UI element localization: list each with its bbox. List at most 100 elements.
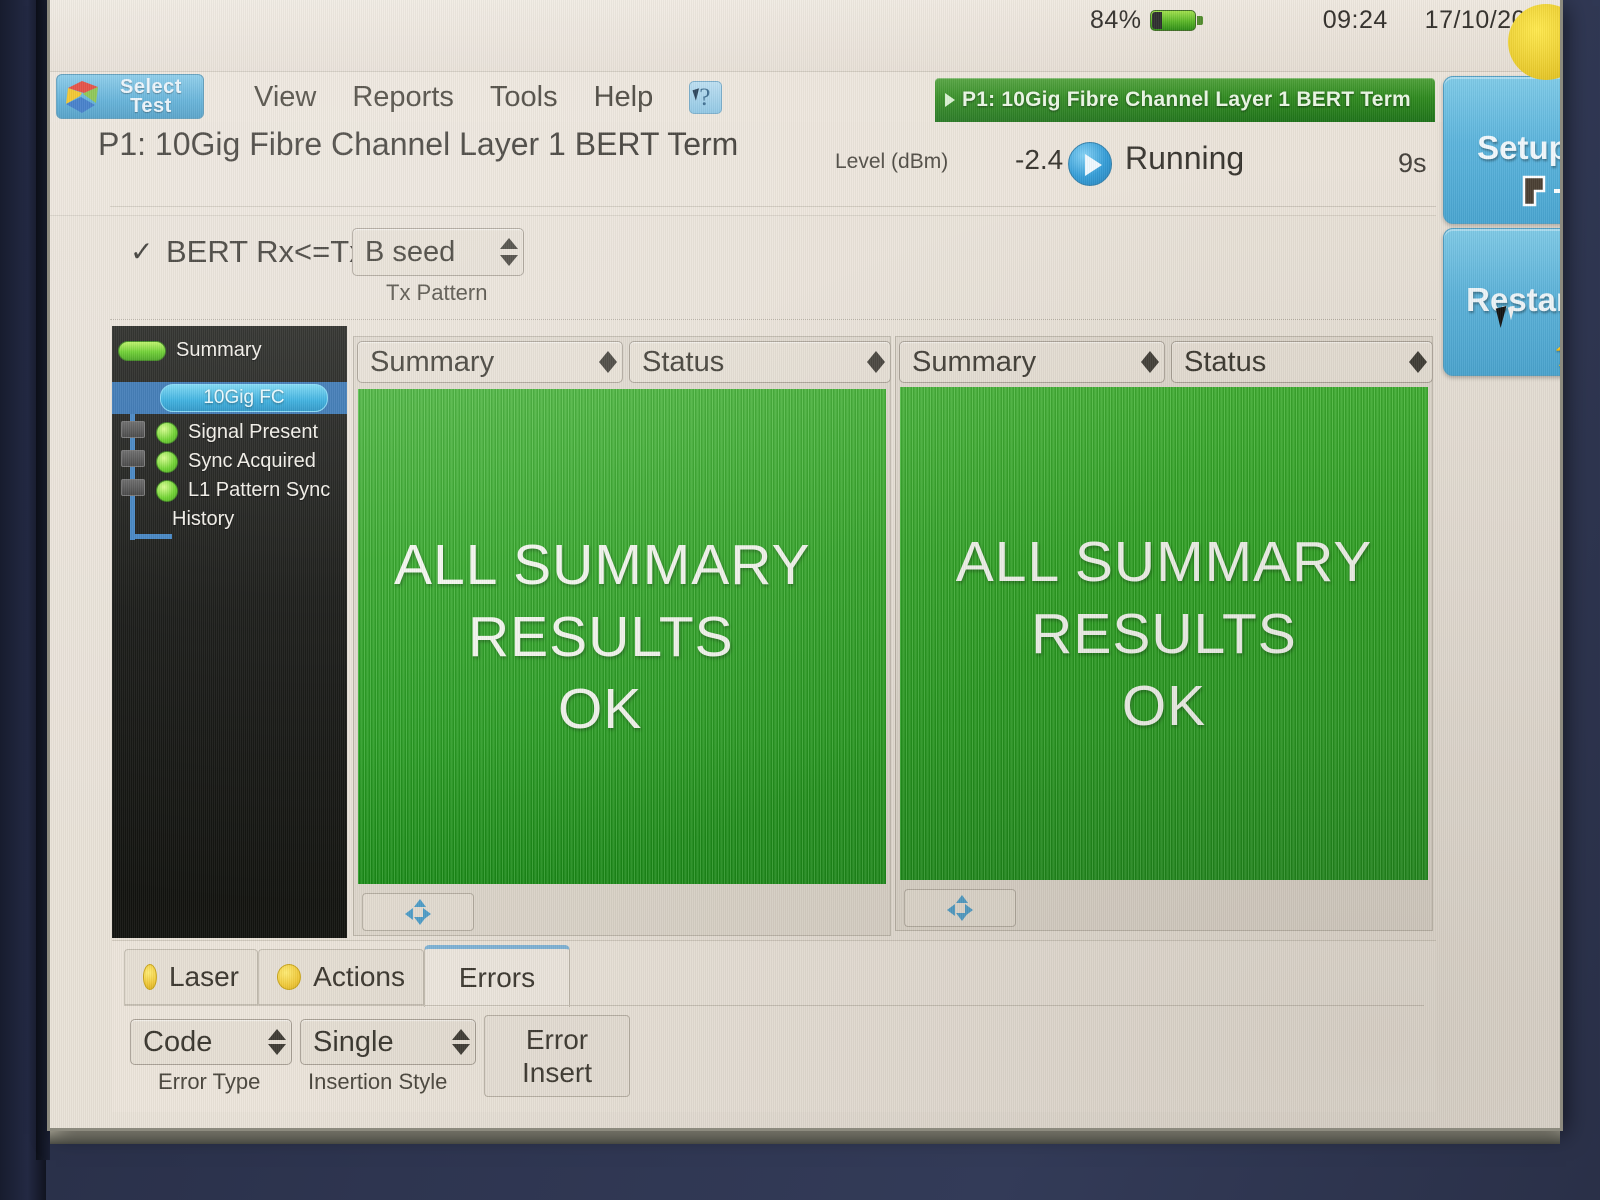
pinwheel-logo-icon (62, 77, 102, 117)
tree-item-10gig-fc[interactable]: 10Gig FC (112, 382, 347, 414)
insertion-style-value: Single (313, 1025, 394, 1058)
error-insert-label-line1: Error (525, 1024, 589, 1055)
spinner-arrows-icon[interactable] (493, 229, 523, 275)
header-divider (110, 206, 1436, 207)
page-title: P1: 10Gig Fibre Channel Layer 1 BERT Ter… (98, 126, 739, 162)
menu-items: View Reports Tools Help ? (250, 72, 723, 122)
tree-item-sync-acquired[interactable]: Sync Acquired (156, 447, 316, 476)
bottom-control-section: Laser Actions Errors Code Error Type Sin… (112, 940, 1436, 1112)
pane-left-result-area[interactable]: ALL SUMMARY RESULTS OK (358, 389, 886, 884)
spinner-arrows-icon[interactable] (261, 1020, 291, 1064)
pane-right-category-select[interactable]: Summary (899, 341, 1165, 383)
status-bar: 84% 09:24 17/10/20 (50, 0, 1560, 80)
spinner-arrows-icon[interactable] (1134, 342, 1164, 382)
port-tab-p1[interactable]: P1: 10Gig Fibre Channel Layer 1 BERT Ter… (935, 78, 1435, 122)
pane-right-result-area[interactable]: ALL SUMMARY RESULTS OK (900, 387, 1428, 880)
running-play-icon[interactable] (1068, 142, 1112, 186)
error-insert-label-line2: Insert (521, 1057, 593, 1088)
tab-laser[interactable]: Laser (124, 949, 258, 1005)
elapsed-time-label: 9s (1398, 148, 1427, 178)
spinner-arrows-icon[interactable] (445, 1020, 475, 1064)
pane-left-move-handle[interactable] (362, 893, 474, 931)
select-test-button[interactable]: Select Test (56, 74, 204, 119)
pane-right-result-line-3: OK (1121, 673, 1207, 738)
pane-right-move-handle[interactable] (904, 889, 1016, 927)
tree-expander-box-1[interactable] (121, 421, 145, 438)
pane-right-view-value: Status (1184, 345, 1267, 378)
tree-item-10gig-fc-label: 10Gig FC (203, 387, 285, 408)
result-pane-right: Summary Status ALL SUMMARY RESULTS OK (895, 336, 1433, 931)
tree-item-history[interactable]: History (172, 505, 234, 534)
battery-status: 84% (1090, 6, 1203, 35)
setup-button-label: Setup (1477, 129, 1560, 166)
port-tab-label: P1: 10Gig Fibre Channel Layer 1 BERT Ter… (962, 88, 1411, 111)
result-pane-right-header: Summary Status (899, 341, 1433, 383)
restart-button[interactable]: Restart ⚡ (1443, 228, 1560, 376)
menu-item-reports[interactable]: Reports (348, 81, 458, 114)
menu-item-help[interactable]: Help (590, 81, 658, 114)
tree-expander-box-2[interactable] (121, 450, 145, 467)
bert-rx-tx-label: BERT Rx<=Tx (166, 234, 365, 269)
device-bezel-left-edge (36, 0, 50, 1160)
tree-item-signal-present[interactable]: Signal Present (156, 418, 318, 447)
tab-errors[interactable]: Errors (424, 945, 570, 1007)
tree-item-l1-pattern-sync[interactable]: L1 Pattern Sync (156, 476, 330, 505)
tab-actions-label: Actions (313, 961, 405, 992)
clock-date: 09:24 17/10/20 (1323, 6, 1526, 35)
tree-connector-elbow (130, 534, 172, 539)
error-insert-button[interactable]: Error Insert (484, 1015, 630, 1097)
menu-item-tools[interactable]: Tools (486, 81, 562, 114)
sync-acquired-led-icon (156, 450, 178, 473)
select-test-label: Select Test (120, 75, 182, 117)
bert-control-band: ✓ BERT Rx<=Tx B seed Tx Pattern (110, 216, 1436, 320)
tx-pattern-value: B seed (365, 235, 456, 268)
pane-left-result-line-2: RESULTS (468, 604, 734, 669)
setup-button[interactable]: Setup (1443, 76, 1560, 224)
move-resize-icon (947, 895, 973, 921)
pane-right-view-select[interactable]: Status (1171, 341, 1433, 383)
battery-icon (1149, 8, 1203, 34)
device-bezel-bottom-rail (50, 1128, 1560, 1144)
pane-left-result-line-3: OK (558, 676, 643, 741)
battery-percent-label: 84% (1090, 6, 1142, 34)
tx-pattern-caption: Tx Pattern (386, 280, 488, 305)
tree-item-summary[interactable]: Summary (112, 336, 347, 365)
spinner-arrows-icon[interactable] (860, 342, 890, 382)
setup-arrow-icon (1520, 175, 1560, 209)
pane-right-result-line-1: ALL SUMMARY (955, 529, 1373, 594)
error-type-caption: Error Type (158, 1069, 261, 1094)
pane-left-view-select[interactable]: Status (629, 341, 891, 383)
insertion-style-select[interactable]: Single (300, 1019, 476, 1065)
help-cursor-icon[interactable]: ? (689, 80, 723, 114)
tree-item-summary-label: Summary (176, 339, 262, 361)
pane-left-category-select[interactable]: Summary (357, 341, 623, 383)
laser-led-icon (143, 964, 157, 990)
l1-pattern-sync-led-icon (156, 479, 178, 502)
instrument-screen: 84% 09:24 17/10/20 Select Test View Repo… (50, 0, 1560, 1128)
error-type-select[interactable]: Code (130, 1019, 292, 1065)
menu-item-view[interactable]: View (250, 81, 320, 114)
result-pane-left: Summary Status ALL SUMMARY RESULTS OK (353, 336, 891, 936)
result-pane-left-header: Summary Status (357, 341, 891, 383)
pane-left-result-line-1: ALL SUMMARY (394, 532, 811, 597)
spinner-arrows-icon[interactable] (1402, 342, 1432, 382)
tab-actions[interactable]: Actions (258, 949, 424, 1005)
actions-led-icon (277, 964, 302, 990)
spinner-arrows-icon[interactable] (592, 342, 622, 382)
tree-item-10gig-fc-chip: 10Gig FC (160, 384, 328, 412)
device-body: 84% 09:24 17/10/20 Select Test View Repo… (0, 0, 1600, 1200)
results-tree-panel: Summary 10Gig FC Signal Present Sync Acq… (112, 326, 347, 938)
tx-pattern-select[interactable]: B seed (352, 228, 524, 276)
tree-item-history-label: History (172, 508, 235, 530)
tree-expander-box-3[interactable] (121, 479, 145, 496)
tree-item-l1-pattern-sync-label: L1 Pattern Sync (188, 479, 331, 501)
bert-rx-tx-checkbox[interactable]: ✓ BERT Rx<=Tx (128, 234, 365, 270)
pane-left-category-value: Summary (370, 345, 495, 378)
checkbox-tick-icon: ✓ (130, 236, 154, 267)
lightning-bolt-icon: ⚡ (1550, 329, 1560, 367)
move-resize-icon (405, 899, 431, 925)
mouse-cursor-icon (1495, 305, 1512, 329)
tab-play-arrow-icon (945, 93, 955, 107)
clock-time: 09:24 (1322, 6, 1388, 34)
run-state-label: Running (1125, 140, 1245, 176)
